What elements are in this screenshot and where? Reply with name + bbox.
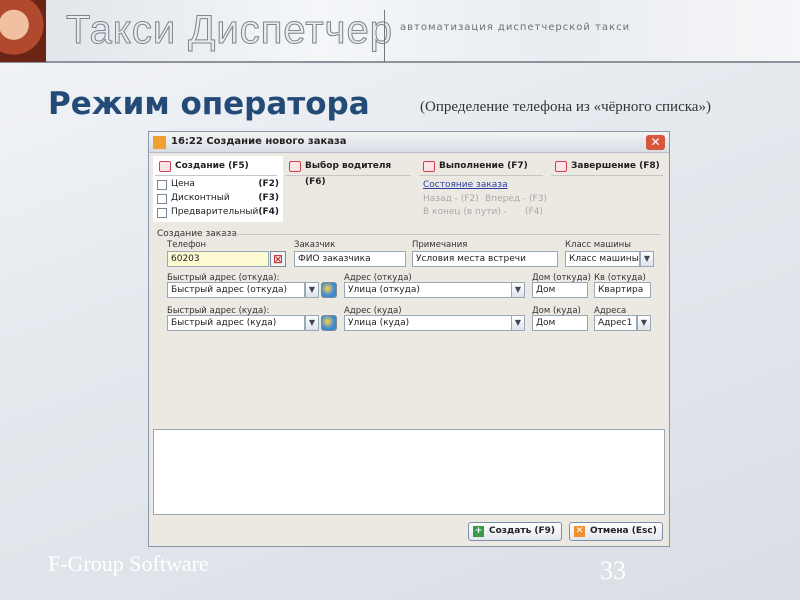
addr-to-select[interactable]: Улица (куда) (344, 315, 512, 331)
page-subtitle: (Определение телефона из «чёрного списка… (420, 99, 711, 115)
create-button[interactable]: + Создать (F9) (468, 522, 562, 541)
order-status-link[interactable]: Состояние заказа (423, 180, 508, 190)
checkbox[interactable] (157, 180, 167, 190)
app-subtitle: автоматизация диспетчерской такси (400, 22, 631, 33)
apt-from-input[interactable]: Квартира (594, 282, 651, 298)
app-title: Такси Диспетчер (66, 8, 393, 53)
button-label: Отмена (Esc) (590, 526, 657, 536)
end-key: (F4) (525, 207, 543, 217)
plus-icon: + (473, 526, 484, 537)
app-icon (153, 136, 166, 149)
chevron-down-icon[interactable]: ▼ (511, 315, 525, 331)
group-divider (221, 234, 661, 235)
operator-photo (0, 0, 46, 62)
globe-add-icon[interactable] (321, 315, 337, 331)
option-key: (F3) (258, 193, 279, 203)
tab-icon (555, 161, 567, 172)
house-from-input[interactable]: Дом (532, 282, 588, 298)
back-link: Назад - (F2) (423, 194, 479, 204)
header-banner: Такси Диспетчер автоматизация диспетчерс… (0, 0, 800, 63)
tab-driver[interactable]: Выбор водителя (F6) (285, 158, 411, 187)
checkbox[interactable] (157, 208, 167, 218)
car-class-label: Класс машины (565, 240, 631, 250)
tab-creation[interactable]: Создание (F5) (155, 158, 277, 176)
addr-from-select[interactable]: Улица (откуда) (344, 282, 512, 298)
page-number: 33 (600, 556, 626, 585)
cancel-icon: ✕ (574, 526, 585, 537)
footer-brand: F-Group Software (48, 551, 209, 576)
title-bar: 16:22 Создание нового заказа ✕ (149, 132, 669, 153)
option-label: Цена (171, 179, 195, 189)
checkbox[interactable] (157, 194, 167, 204)
checkbox-preliminary[interactable]: Предварительный (F4) (157, 207, 281, 220)
dialog-title: 16:22 Создание нового заказа (171, 136, 347, 147)
tab-label: Создание (F5) (175, 161, 249, 171)
divider (384, 10, 385, 62)
tab-icon (423, 161, 435, 172)
option-key: (F2) (258, 179, 279, 189)
phone-label: Телефон (167, 240, 207, 250)
chevron-down-icon[interactable]: ▼ (305, 315, 319, 331)
option-label: Предварительный (171, 207, 259, 217)
checkbox-price[interactable]: Цена (F2) (157, 179, 281, 192)
clear-phone-icon[interactable]: ⊠ (270, 251, 286, 267)
tab-label: Завершение (F8) (571, 161, 660, 171)
order-memo-area[interactable] (153, 429, 665, 515)
cancel-button[interactable]: ✕ Отмена (Esc) (569, 522, 663, 541)
tab-icon (159, 161, 171, 172)
close-button[interactable]: ✕ (646, 135, 665, 150)
checkbox-discount[interactable]: Дисконтный (F3) (157, 193, 281, 206)
tab-icon (289, 161, 301, 172)
option-key: (F4) (258, 207, 279, 217)
tab-label: Выбор водителя (F6) (305, 161, 392, 187)
addresses-select[interactable]: Адрес1 (594, 315, 637, 331)
chevron-down-icon[interactable]: ▼ (640, 251, 654, 267)
chevron-down-icon[interactable]: ▼ (305, 282, 319, 298)
tab-completion[interactable]: Завершение (F8) (551, 158, 663, 176)
house-to-input[interactable]: Дом (532, 315, 588, 331)
tab-label: Выполнение (F7) (439, 161, 528, 171)
end-link: В конец (в пути) - (423, 207, 507, 217)
quick-from-select[interactable]: Быстрый адрес (откуда) (167, 282, 305, 298)
customer-input[interactable]: ФИО заказчика (294, 251, 406, 267)
customer-label: Заказчик (294, 240, 336, 250)
notes-label: Примечания (412, 240, 468, 250)
quick-to-select[interactable]: Быстрый адрес (куда) (167, 315, 305, 331)
forward-link: Вперед - (F3) (485, 194, 547, 204)
chevron-down-icon[interactable]: ▼ (637, 315, 651, 331)
new-order-dialog: 16:22 Создание нового заказа ✕ Создание … (148, 131, 670, 547)
page-title: Режим оператора (48, 86, 370, 122)
chevron-down-icon[interactable]: ▼ (511, 282, 525, 298)
notes-input[interactable]: Условия места встречи (412, 251, 558, 267)
button-label: Создать (F9) (489, 526, 556, 536)
tab-execution[interactable]: Выполнение (F7) (419, 158, 543, 176)
car-class-select[interactable]: Класс машины (565, 251, 640, 267)
option-label: Дисконтный (171, 193, 230, 203)
phone-input[interactable]: 60203 (167, 251, 269, 267)
globe-add-icon[interactable] (321, 282, 337, 298)
